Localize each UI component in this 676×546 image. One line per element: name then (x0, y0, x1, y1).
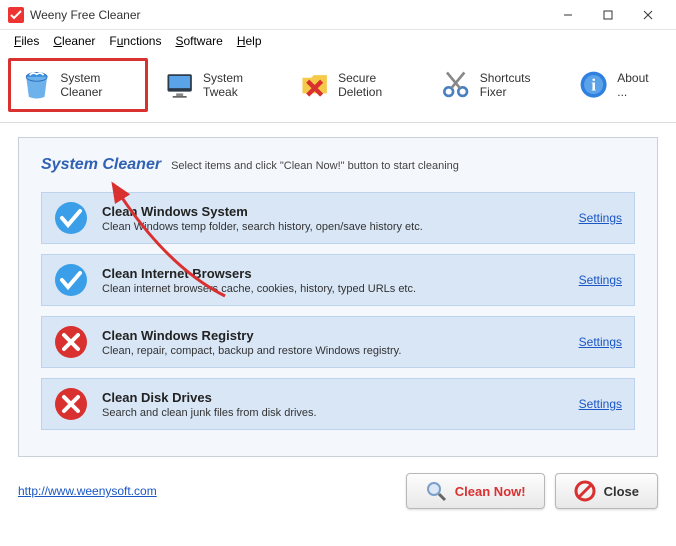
content-area: System Cleaner Select items and click "C… (0, 123, 676, 463)
tool-secure-deletion[interactable]: Secure Deletion (287, 58, 425, 112)
cleaner-item[interactable]: Clean Windows Registry Clean, repair, com… (41, 316, 635, 368)
tool-shortcuts-fixer[interactable]: Shortcuts Fixer (428, 58, 562, 112)
tool-label: About ... (617, 71, 656, 99)
tool-label: Shortcuts Fixer (480, 71, 550, 99)
close-app-button[interactable]: Close (555, 473, 658, 509)
panel-subtitle: Select items and click "Clean Now!" butt… (171, 160, 459, 172)
cleaner-item[interactable]: Clean Disk Drives Search and clean junk f… (41, 378, 635, 430)
menubar: Files Cleaner Functions Software Help (0, 30, 676, 52)
menu-help[interactable]: Help (231, 32, 268, 50)
button-label: Clean Now! (455, 484, 526, 499)
item-desc: Clean Windows temp folder, search histor… (102, 221, 569, 233)
item-text: Clean Internet Browsers Clean internet br… (102, 266, 569, 295)
svg-text:i: i (591, 76, 596, 95)
tool-system-tweak[interactable]: System Tweak (152, 58, 283, 112)
tool-about[interactable]: i About ... (566, 58, 668, 112)
menu-files[interactable]: Files (8, 32, 45, 50)
item-title: Clean Windows Registry (102, 328, 569, 343)
website-link[interactable]: http://www.weenysoft.com (18, 484, 157, 498)
panel-header: System Cleaner Select items and click "C… (41, 156, 635, 174)
settings-link[interactable]: Settings (579, 335, 622, 349)
menu-functions[interactable]: Functions (103, 32, 167, 50)
close-button[interactable] (628, 0, 668, 30)
tool-label: System Cleaner (60, 71, 134, 99)
item-title: Clean Windows System (102, 204, 569, 219)
cross-icon (54, 325, 88, 359)
toolbar: System Cleaner System Tweak Secure Delet… (0, 52, 676, 123)
tool-system-cleaner[interactable]: System Cleaner (8, 58, 148, 112)
clean-now-button[interactable]: Clean Now! (406, 473, 545, 509)
panel-title: System Cleaner (41, 156, 161, 174)
window-title: Weeny Free Cleaner (30, 8, 548, 22)
tool-label: Secure Deletion (338, 71, 412, 99)
item-desc: Clean, repair, compact, backup and resto… (102, 345, 569, 357)
footer: http://www.weenysoft.com Clean Now! Clos… (0, 463, 676, 519)
monitor-icon (164, 67, 195, 103)
cross-icon (54, 387, 88, 421)
item-title: Clean Disk Drives (102, 390, 569, 405)
tool-label: System Tweak (203, 71, 271, 99)
settings-link[interactable]: Settings (579, 397, 622, 411)
app-icon (8, 7, 24, 23)
item-desc: Search and clean junk files from disk dr… (102, 407, 569, 419)
check-icon (54, 201, 88, 235)
titlebar: Weeny Free Cleaner (0, 0, 676, 30)
scissors-icon (440, 67, 471, 103)
cleaner-item[interactable]: Clean Windows System Clean Windows temp f… (41, 192, 635, 244)
info-icon: i (578, 67, 609, 103)
settings-link[interactable]: Settings (579, 273, 622, 287)
menu-cleaner[interactable]: Cleaner (47, 32, 101, 50)
item-text: Clean Windows System Clean Windows temp f… (102, 204, 569, 233)
magnifier-icon (425, 480, 447, 502)
menu-software[interactable]: Software (169, 32, 228, 50)
maximize-button[interactable] (588, 0, 628, 30)
item-text: Clean Disk Drives Search and clean junk f… (102, 390, 569, 419)
check-icon (54, 263, 88, 297)
prohibit-icon (574, 480, 596, 502)
trash-icon (21, 67, 52, 103)
item-desc: Clean internet browsers cache, cookies, … (102, 283, 569, 295)
minimize-button[interactable] (548, 0, 588, 30)
button-label: Close (604, 484, 639, 499)
settings-link[interactable]: Settings (579, 211, 622, 225)
system-cleaner-panel: System Cleaner Select items and click "C… (18, 137, 658, 457)
item-text: Clean Windows Registry Clean, repair, com… (102, 328, 569, 357)
folder-delete-icon (299, 67, 330, 103)
item-title: Clean Internet Browsers (102, 266, 569, 281)
cleaner-item[interactable]: Clean Internet Browsers Clean internet br… (41, 254, 635, 306)
